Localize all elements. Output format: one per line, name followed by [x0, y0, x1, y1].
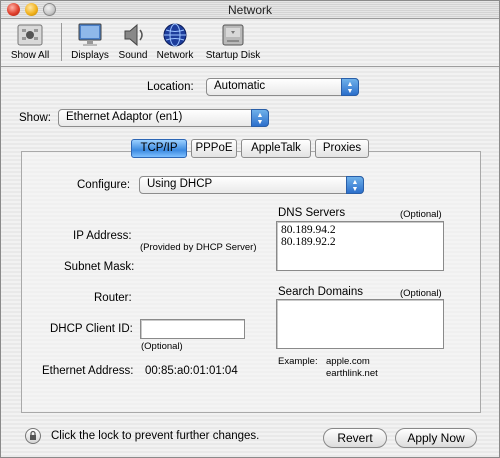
toolbar-startup-disk[interactable]: Startup Disk — [203, 22, 263, 61]
search-domains-field[interactable] — [276, 299, 444, 349]
popup-arrows-icon: ▲ ▼ — [341, 78, 359, 96]
subnet-mask-label: Subnet Mask: — [64, 261, 135, 273]
router-label: Router: — [94, 292, 132, 304]
toolbar-label: Displays — [71, 50, 109, 61]
lock-icon[interactable] — [25, 428, 41, 444]
apple-grid-icon — [16, 22, 44, 48]
configure-label: Configure: — [77, 179, 131, 191]
tab-pppoe[interactable]: PPPoE — [191, 139, 237, 158]
dhcp-client-id-note: (Optional) — [141, 341, 183, 352]
toolbar-displays[interactable]: Displays — [69, 22, 111, 61]
show-label: Show: — [19, 112, 51, 124]
speaker-icon — [119, 22, 147, 48]
ip-address-label: IP Address: — [73, 230, 132, 242]
example-domain: earthlink.net — [326, 368, 378, 379]
ip-address-note: (Provided by DHCP Server) — [140, 242, 257, 253]
disk-icon — [219, 22, 247, 48]
dns-optional-note: (Optional) — [400, 209, 442, 220]
dhcp-client-id-label: DHCP Client ID: — [50, 323, 133, 335]
toolbar-label: Show All — [10, 50, 50, 61]
search-domains-label: Search Domains — [278, 286, 364, 298]
tab-tcpip[interactable]: TCP/IP — [131, 139, 187, 158]
window-title: Network — [227, 3, 272, 17]
show-value: Ethernet Adaptor (en1) — [66, 111, 183, 123]
location-popup[interactable]: Automatic ▲ ▼ — [206, 78, 359, 96]
popup-arrows-icon: ▲ ▼ — [346, 176, 364, 194]
toolbar-sound[interactable]: Sound — [115, 22, 151, 61]
configure-value: Using DHCP — [147, 178, 213, 190]
tab-proxies[interactable]: Proxies — [315, 139, 369, 158]
configure-popup[interactable]: Using DHCP ▲ ▼ — [139, 176, 364, 194]
toolbar-network[interactable]: Network — [153, 22, 197, 61]
toolbar-label: Sound — [118, 50, 148, 61]
location-label: Location: — [147, 81, 194, 93]
search-optional-note: (Optional) — [400, 288, 442, 299]
dns-servers-field[interactable]: 80.189.94.2 80.189.92.2 — [276, 221, 444, 271]
globe-icon — [161, 22, 189, 48]
network-window: Network Show All Displays Sound Network … — [0, 0, 500, 458]
toolbar-label: Network — [156, 50, 194, 61]
location-value: Automatic — [214, 80, 266, 92]
toolbar: Show All Displays Sound Network Startup … — [1, 19, 499, 67]
dns-server-entry: 80.189.94.2 — [281, 224, 336, 236]
dns-servers-label: DNS Servers — [278, 207, 346, 219]
apply-now-button[interactable]: Apply Now — [395, 428, 477, 448]
tab-appletalk[interactable]: AppleTalk — [241, 139, 311, 158]
monitor-icon — [76, 22, 104, 48]
toolbar-show-all[interactable]: Show All — [7, 22, 53, 61]
toolbar-separator — [61, 23, 62, 61]
title-bar: Network — [1, 1, 499, 19]
dhcp-client-id-field[interactable] — [140, 319, 245, 339]
dns-server-entry: 80.189.92.2 — [281, 236, 336, 248]
show-popup[interactable]: Ethernet Adaptor (en1) ▲ ▼ — [58, 109, 269, 127]
example-label: Example: — [278, 356, 318, 367]
example-domain: apple.com — [326, 356, 370, 367]
toolbar-label: Startup Disk — [205, 50, 261, 61]
ethernet-address-value: 00:85:a0:01:01:04 — [145, 365, 238, 377]
lock-instructions: Click the lock to prevent further change… — [51, 430, 260, 442]
revert-button[interactable]: Revert — [323, 428, 387, 448]
popup-arrows-icon: ▲ ▼ — [251, 109, 269, 127]
ethernet-address-label: Ethernet Address: — [42, 365, 134, 377]
